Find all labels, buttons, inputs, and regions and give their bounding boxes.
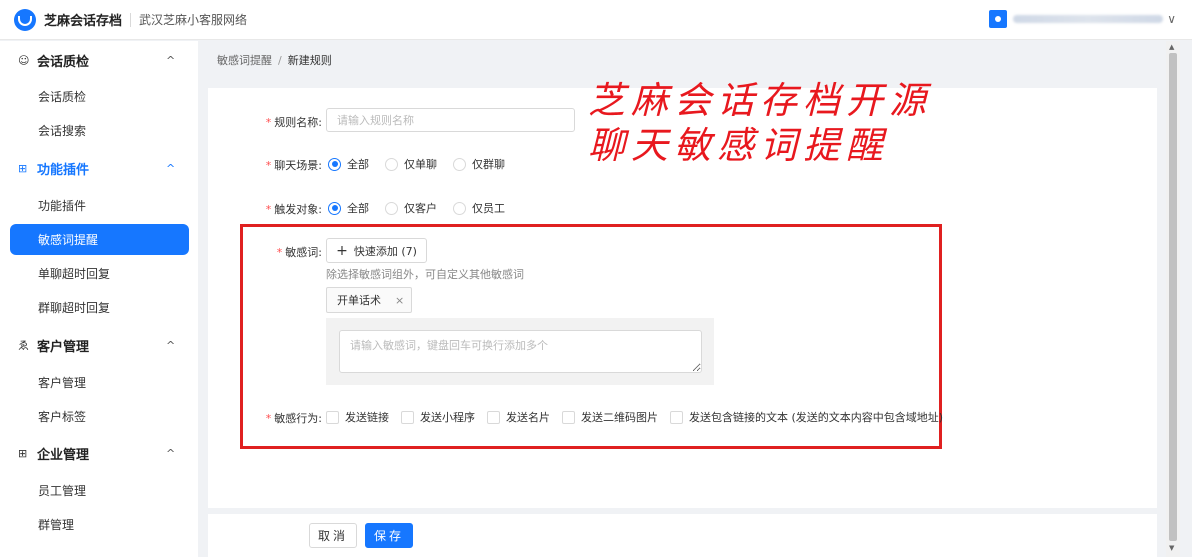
action-send-card[interactable]: 发送名片 — [487, 409, 550, 425]
sidebar-item-customer-tags[interactable]: 客户标签 — [10, 401, 189, 432]
promo-overlay-text: 芝麻会话存档开源 聊天敏感词提醒 — [588, 78, 932, 168]
action-send-miniprogram[interactable]: 发送小程序 — [401, 409, 475, 425]
sensitive-words-textarea[interactable] — [339, 330, 702, 373]
sidebar-group-conversation-qc[interactable]: ☺ 会话质检 ^ — [0, 42, 198, 78]
action-send-link[interactable]: 发送链接 — [326, 409, 389, 425]
radio-checked-icon[interactable] — [328, 157, 341, 171]
trigger-target-option-staff[interactable]: 仅员工 — [453, 200, 505, 216]
sensitive-actions-checkbox-group: 发送链接 发送小程序 发送名片 发送二维码图片 发送包含链接的文本 (发送的文本… — [326, 409, 955, 425]
sidebar-item-staff-management[interactable]: 员工管理 — [10, 475, 189, 506]
radio-unchecked-icon[interactable] — [453, 157, 466, 171]
checkbox-icon[interactable] — [326, 410, 339, 424]
tag-label: 开单话术 — [337, 294, 381, 307]
chat-scene-option-single[interactable]: 仅单聊 — [385, 156, 437, 172]
sidebar-group-customers[interactable]: ゑ 客户管理 ^ — [0, 327, 198, 363]
trigger-target-option-customer[interactable]: 仅客户 — [385, 200, 437, 216]
sidebar-item-single-chat-timeout[interactable]: 单聊超时回复 — [10, 258, 189, 289]
overlay-line-2: 聊天敏感词提醒 — [588, 124, 889, 167]
quick-add-button[interactable]: + 快速添加 (7) — [326, 238, 427, 263]
checkbox-icon[interactable] — [487, 410, 500, 424]
close-icon[interactable]: × — [395, 294, 404, 307]
top-header: 芝麻会话存档 武汉芝麻小客服网络 ∨ — [0, 0, 1192, 40]
save-button[interactable]: 保存 — [365, 523, 413, 548]
grid-icon: ⊞ — [18, 446, 28, 460]
sidebar-group-label: 客户管理 — [37, 339, 90, 355]
chevron-up-icon[interactable]: ^ — [166, 162, 175, 175]
user-avatar-icon[interactable] — [989, 10, 1008, 28]
radio-unchecked-icon[interactable] — [385, 201, 398, 215]
sidebar-item-group-chat-timeout[interactable]: 群聊超时回复 — [10, 292, 189, 323]
chat-scene-label: * 聊天场景: — [265, 159, 322, 172]
grid-icon: ⊞ — [18, 161, 28, 175]
sensitive-words-hint: 除选择敏感词组外，可自定义其他敏感词 — [326, 268, 524, 281]
sidebar-item-sensitive-words[interactable]: 敏感词提醒 — [10, 224, 189, 255]
breadcrumb-separator: / — [278, 54, 282, 67]
chat-scene-radio-group: 全部 仅单聊 仅群聊 — [328, 156, 521, 172]
rule-name-input[interactable] — [326, 108, 575, 132]
plus-icon: + — [336, 242, 348, 259]
radio-checked-icon[interactable] — [328, 201, 341, 215]
chevron-down-icon[interactable]: ∨ — [1167, 12, 1176, 26]
cancel-button[interactable]: 取消 — [309, 523, 357, 548]
header-divider — [130, 12, 132, 27]
sidebar-item-group-management[interactable]: 群管理 — [10, 509, 189, 540]
sensitive-actions-label: * 敏感行为: — [265, 412, 322, 425]
scrollbar-thumb[interactable] — [1169, 53, 1177, 541]
sensitive-words-textarea-container — [326, 318, 714, 385]
sidebar: ☺ 会话质检 ^ 会话质检 会话搜索 ⊞ 功能插件 ^ 功能插件 敏感词提醒 单… — [0, 41, 198, 557]
chevron-up-icon[interactable]: ^ — [166, 447, 175, 460]
users-icon: ゑ — [18, 339, 29, 352]
company-name: 武汉芝麻小客服网络 — [139, 13, 248, 27]
chat-scene-option-all[interactable]: 全部 — [328, 156, 369, 172]
sidebar-item-conversation-qc[interactable]: 会话质检 — [10, 81, 189, 112]
breadcrumb-current: 新建规则 — [287, 54, 332, 67]
radio-unchecked-icon[interactable] — [385, 157, 398, 171]
sidebar-group-label: 会话质检 — [37, 54, 90, 70]
chat-bubble-icon: ☺ — [18, 53, 30, 67]
page-scrollbar[interactable]: ▲ ▼ — [1166, 41, 1180, 557]
rule-name-label: * 规则名称: — [265, 116, 322, 129]
breadcrumb-parent[interactable]: 敏感词提醒 — [217, 54, 272, 67]
sidebar-group-label: 功能插件 — [37, 162, 90, 178]
trigger-target-label: * 触发对象: — [265, 203, 322, 216]
app-title: 芝麻会话存档 — [44, 14, 123, 29]
sidebar-item-conversation-search[interactable]: 会话搜索 — [10, 115, 189, 146]
overlay-line-1: 芝麻会话存档开源 — [588, 79, 932, 122]
checkbox-icon[interactable] — [562, 410, 575, 424]
action-send-qrcode[interactable]: 发送二维码图片 — [562, 409, 658, 425]
sidebar-item-plugins[interactable]: 功能插件 — [10, 190, 189, 221]
sidebar-group-plugins[interactable]: ⊞ 功能插件 ^ — [0, 150, 198, 186]
checkbox-icon[interactable] — [670, 410, 683, 424]
chevron-up-icon[interactable]: ^ — [166, 54, 175, 67]
app-logo-icon[interactable] — [14, 8, 36, 31]
sensitive-word-tag: 开单话术 × — [326, 287, 412, 313]
action-send-text-with-link[interactable]: 发送包含链接的文本 (发送的文本内容中包含域地址) — [670, 409, 943, 425]
scroll-up-icon[interactable]: ▲ — [1169, 43, 1174, 51]
breadcrumb: 敏感词提醒 / 新建规则 — [217, 52, 332, 68]
radio-unchecked-icon[interactable] — [453, 201, 466, 215]
checkbox-icon[interactable] — [401, 410, 414, 424]
user-menu[interactable]: ∨ — [989, 10, 1176, 28]
sensitive-words-label: * 敏感词: — [276, 246, 322, 259]
sidebar-group-label: 企业管理 — [37, 447, 90, 463]
chevron-up-icon[interactable]: ^ — [166, 339, 175, 352]
scroll-down-icon[interactable]: ▼ — [1169, 544, 1174, 552]
trigger-target-radio-group: 全部 仅客户 仅员工 — [328, 200, 521, 216]
chat-scene-option-group[interactable]: 仅群聊 — [453, 156, 505, 172]
trigger-target-option-all[interactable]: 全部 — [328, 200, 369, 216]
user-name-blurred[interactable] — [1013, 15, 1164, 23]
sidebar-item-customer-management[interactable]: 客户管理 — [10, 367, 189, 398]
sidebar-group-enterprise[interactable]: ⊞ 企业管理 ^ — [0, 435, 198, 471]
